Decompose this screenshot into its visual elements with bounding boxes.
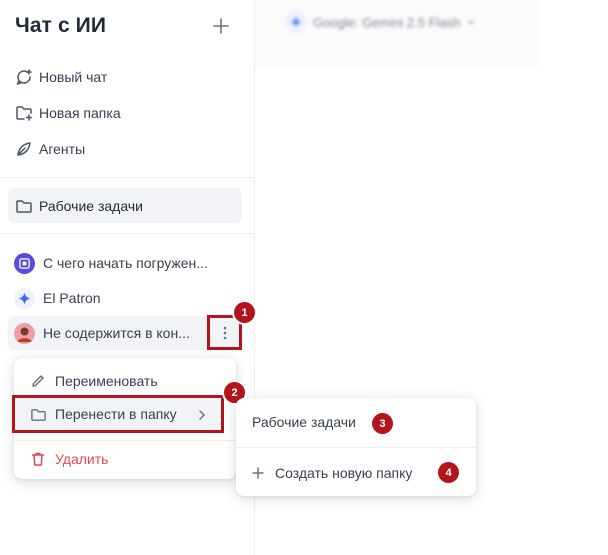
plus-icon [252,467,264,479]
sidebar-title: Чат с ИИ [15,14,107,37]
annotation-badge: 3 [372,413,393,434]
divider [0,177,254,178]
annotation-badge: 1 [234,302,255,323]
gemini-avatar-icon [14,287,35,309]
menu-label: Удалить [55,451,109,467]
nav-agents[interactable]: Агенты [8,133,242,165]
folder-icon [14,196,34,216]
menu-label: Перенести в папку [55,406,177,422]
nav-new-chat[interactable]: Новый чат [8,61,242,93]
chat-title: El Patron [43,290,101,306]
submenu-divider [236,447,476,448]
new-folder-icon [14,103,34,123]
model-selector[interactable]: Google: Gemini 2.5 Flash [285,10,476,34]
context-menu: Переименовать Перенести в папку Удалить [12,358,236,479]
chevron-down-icon [466,15,476,30]
move-to-folder-menu-item[interactable]: Перенести в папку [12,395,224,433]
gemini-icon [285,11,307,33]
trash-icon [29,450,47,468]
nav-label: Новая папка [39,105,121,121]
delete-menu-item[interactable]: Удалить [14,441,236,477]
more-vertical-icon [223,326,226,339]
agents-icon [14,139,34,159]
submenu-label: Создать новую папку [275,465,413,481]
model-label: Google: Gemini 2.5 Flash [313,14,461,30]
folder-work-tasks[interactable]: Рабочие задачи [8,188,242,223]
add-button[interactable] [209,14,233,38]
chat-item[interactable]: El Patron [8,281,242,315]
nav-label: Агенты [39,141,86,157]
new-chat-icon [14,67,34,87]
folder-icon [29,405,47,423]
nav-label: Новый чат [39,69,108,85]
submenu-folder-work-tasks[interactable]: Рабочие задачи [236,400,476,444]
folder-label: Рабочие задачи [39,197,143,214]
bot-avatar-icon [14,252,35,274]
user-avatar [14,322,35,344]
submenu-label: Рабочие задачи [252,414,356,430]
chevron-right-icon [197,408,207,424]
plus-icon [213,18,229,34]
chat-title: Не содержится в кон... [43,325,190,341]
chat-title: С чего начать погружен... [43,255,208,271]
menu-label: Переименовать [55,373,158,389]
rename-menu-item[interactable]: Переименовать [14,363,236,399]
nav-new-folder[interactable]: Новая папка [8,97,242,129]
divider [0,233,254,234]
pencil-icon [29,372,47,390]
chat-item[interactable]: С чего начать погружен... [8,246,242,280]
annotation-badge: 4 [438,462,459,483]
sidebar-header: Чат с ИИ [15,12,233,40]
folder-submenu: Рабочие задачи Создать новую папку [236,398,476,496]
